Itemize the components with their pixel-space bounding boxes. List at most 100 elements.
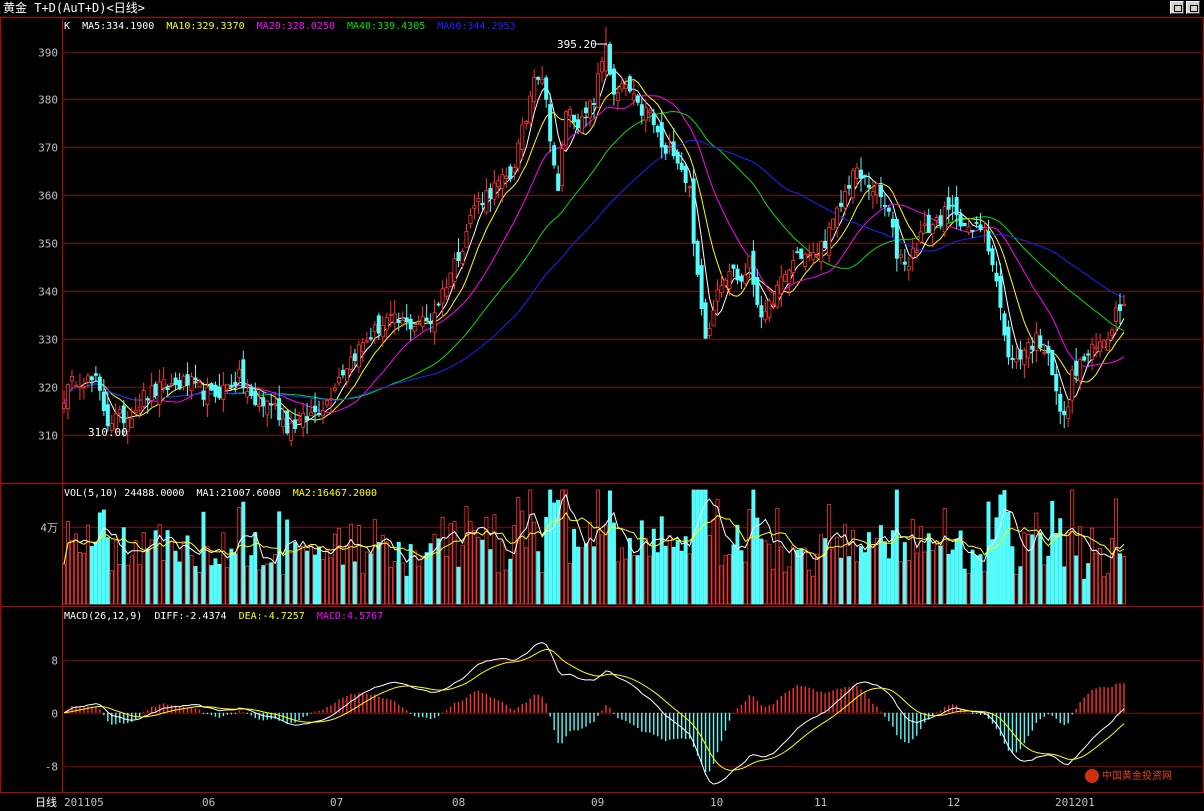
candle-body: [906, 265, 911, 271]
candle-body: [380, 325, 385, 338]
candle-body: [655, 125, 660, 133]
volume-bar: [1110, 538, 1115, 605]
grid-lines: [62, 52, 1204, 767]
volume-bar: [161, 560, 166, 605]
volume-bar: [137, 564, 142, 605]
volume-bar: [189, 555, 194, 605]
volume-bar: [679, 550, 684, 605]
volume-bar: [297, 545, 302, 605]
candle-body: [938, 215, 943, 226]
candle-body: [257, 404, 262, 407]
candle-body: [460, 251, 465, 264]
candle-body: [336, 377, 341, 384]
candle-body: [588, 100, 593, 119]
volume-bar: [480, 539, 485, 605]
candle-body: [273, 403, 278, 406]
volume-bar: [1014, 573, 1019, 605]
candle-body: [1090, 343, 1095, 360]
volume-bar: [376, 542, 381, 605]
candle-body: [715, 289, 720, 302]
candle-body: [1046, 346, 1051, 354]
candle-body: [643, 107, 648, 121]
candle-body: [580, 116, 585, 133]
volume-bar: [177, 561, 182, 605]
volume-bar: [870, 544, 875, 605]
volume-bar: [866, 532, 871, 605]
volume-bar: [703, 489, 708, 605]
volume-bar: [779, 546, 784, 605]
candle-body: [408, 318, 413, 330]
candle-body: [1062, 410, 1067, 416]
volume-bar: [914, 552, 919, 605]
volume-bar: [313, 554, 318, 605]
volume-bar: [599, 534, 604, 605]
volume-bar: [332, 533, 337, 605]
low-annotation: 310.00: [88, 426, 128, 439]
volume-bar: [408, 544, 413, 605]
macd-histogram[interactable]: [64, 683, 1125, 772]
candle-body: [548, 104, 553, 142]
candle-body: [464, 231, 469, 248]
volume-bar: [105, 537, 110, 605]
period-label[interactable]: 日线: [35, 795, 57, 809]
candle-body: [974, 222, 979, 224]
kline-chart[interactable]: 390 380 370 360 350 340 330 320 310 4万 8 0 -8 K MA5:…: [0, 0, 1204, 811]
candle-body: [619, 82, 624, 90]
volume-bar: [894, 489, 899, 605]
volume-bar: [739, 550, 744, 605]
volume-bar: [560, 489, 565, 605]
volume-bar: [444, 556, 449, 605]
candle-body: [723, 279, 728, 286]
candle-body: [998, 275, 1003, 308]
volume-bar: [950, 549, 955, 605]
x-axis-label: 09: [591, 796, 604, 809]
x-axis-label: 07: [330, 796, 343, 809]
volume-bar: [1026, 533, 1031, 605]
candle-body: [707, 328, 712, 336]
candle-body: [277, 398, 282, 421]
macd-tick-label: 0: [51, 708, 58, 721]
y-axis-ticks: 390 380 370 360 350 340 330 320 310 4万 8 0 -8: [38, 47, 58, 774]
volume-bar: [1074, 555, 1079, 605]
candle-body: [663, 144, 668, 154]
volume-bar: [217, 563, 222, 605]
candle-body: [93, 373, 98, 376]
candle-body: [855, 167, 860, 179]
candle-body: [607, 43, 612, 75]
volume-bar: [1106, 572, 1111, 605]
candle-body: [428, 321, 433, 325]
candle-body: [149, 385, 154, 401]
volume-bar: [488, 549, 493, 605]
candle-body: [1026, 342, 1031, 359]
candle-body: [595, 73, 600, 108]
candle-body: [388, 314, 393, 316]
volume-bar: [384, 541, 389, 605]
candle-body: [910, 248, 915, 258]
candle-body: [432, 312, 437, 333]
candle-body: [667, 145, 672, 148]
candlesticks[interactable]: [62, 26, 1127, 447]
candle-body: [69, 376, 74, 382]
candle-body: [862, 175, 867, 178]
volume-bar: [392, 561, 397, 605]
candle-body: [552, 145, 557, 166]
candle-body: [950, 204, 955, 207]
candle-body: [759, 305, 764, 318]
volume-bar: [109, 570, 114, 605]
volume-bar: [504, 569, 509, 605]
candle-body: [878, 184, 883, 198]
volume-bar: [592, 546, 597, 605]
candle-body: [743, 274, 748, 284]
candle-body: [683, 165, 688, 183]
volume-bar: [1034, 512, 1039, 605]
volume-bar: [133, 540, 138, 605]
candle-body: [348, 356, 353, 370]
candle-body: [444, 287, 449, 297]
volume-bars[interactable]: [62, 489, 1127, 605]
volume-bar: [73, 533, 78, 605]
candle-body: [847, 185, 852, 189]
volume-bar: [1086, 563, 1091, 605]
volume-bar: [942, 508, 947, 605]
volume-bar: [874, 538, 879, 605]
volume-bar: [213, 558, 218, 605]
